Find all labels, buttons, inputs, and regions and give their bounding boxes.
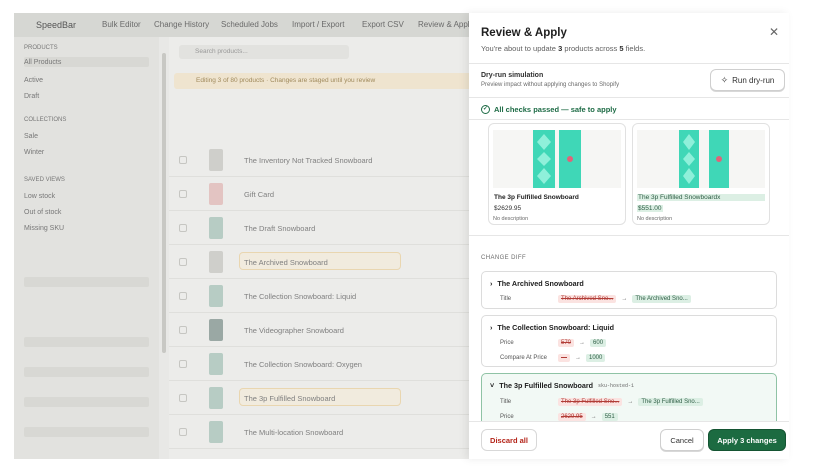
table-row[interactable]: The 3p Fulfilled Snowboard (169, 381, 484, 415)
preview-price: $2629.95 (494, 205, 522, 212)
arrow-icon: → (575, 355, 581, 361)
app-brand: SpeedBar (36, 20, 77, 30)
arrow-icon: → (590, 414, 597, 420)
tab-export-csv[interactable]: Export CSV (362, 20, 404, 29)
sidebar-heading-saved-views: SAVED VIEWS (24, 177, 65, 183)
dry-run-description: Preview impact without applying changes … (481, 82, 620, 88)
tab-import-export[interactable]: Import / Export (292, 20, 344, 29)
sidebar-item-active[interactable]: Active (24, 77, 43, 84)
arrow-icon: → (627, 399, 634, 405)
table-row[interactable]: The Archived Snowboard (169, 245, 484, 279)
table-row[interactable]: Gift Card (169, 177, 484, 211)
sidebar-item-all-products[interactable]: All Products (24, 59, 61, 66)
preview-card-after: The 3p Fulfilled Snowboardx $551.00 No d… (632, 123, 770, 225)
table-row[interactable]: The Multi-location Snowboard (169, 415, 484, 449)
sidebar: PRODUCTS All Products Active Draft COLLE… (14, 37, 159, 459)
tab-bulk-editor[interactable]: Bulk Editor (102, 20, 141, 29)
preview-name: The 3p Fulfilled Snowboardx (637, 194, 765, 201)
change-diff-heading: CHANGE DIFF (481, 255, 527, 261)
sidebar-heading-products: PRODUCTS (24, 45, 58, 51)
checks-status: ✓ All checks passed — safe to apply (481, 105, 617, 114)
preview-price: $551.00 (637, 205, 663, 212)
check-circle-icon: ✓ (481, 105, 490, 114)
chevron-down-icon[interactable]: ˅ (490, 381, 494, 390)
preview-description: No description (637, 216, 673, 222)
sidebar-item-draft[interactable]: Draft (24, 93, 39, 100)
chevron-right-icon[interactable]: › (490, 279, 492, 288)
sidebar-scrollbar[interactable] (162, 53, 166, 353)
diff-card-expanded[interactable]: ˅ The 3p Fulfilled Snowboard sku-hosted-1 … (481, 373, 777, 421)
preview-description: No description (493, 216, 529, 222)
arrow-icon: → (621, 296, 628, 302)
app-topbar: SpeedBar Bulk Editor Change History Sche… (14, 13, 484, 37)
panel-subtitle: You're about to update 3 products across… (481, 44, 646, 53)
diff-card[interactable]: › The Archived Snowboard Title The Archiv… (481, 271, 777, 309)
sidebar-heading-collections: COLLECTIONS (24, 117, 67, 123)
cancel-button[interactable]: Cancel (660, 429, 704, 451)
background-app: SpeedBar Bulk Editor Change History Sche… (14, 13, 484, 459)
discard-all-button[interactable]: Discard all (481, 429, 537, 451)
tab-review-apply[interactable]: Review & Apply (418, 20, 474, 29)
diff-card[interactable]: › The Collection Snowboard: Liquid Price … (481, 315, 777, 367)
product-table: Search products... Editing 3 of 80 produ… (169, 37, 484, 459)
table-row[interactable]: The Collection Snowboard: Liquid (169, 279, 484, 313)
preview-name: The 3p Fulfilled Snowboard (494, 194, 579, 201)
table-row[interactable]: The Videographer Snowboard (169, 313, 484, 347)
chevron-right-icon[interactable]: › (490, 323, 492, 332)
sidebar-item-missing-sku[interactable]: Missing SKU (24, 225, 64, 232)
sku-badge: sku-hosted-1 (598, 382, 635, 389)
sidebar-item-sale[interactable]: Sale (24, 133, 38, 140)
diff-field-row: Title The Archived Sno... → The Archived S… (500, 295, 691, 303)
review-apply-panel: Review & Apply ✕ You're about to update … (469, 13, 789, 459)
sparkle-icon: ✧ (720, 74, 729, 85)
sidebar-item-winter[interactable]: Winter (24, 149, 44, 156)
diff-field-row: Compare At Price — → 1000 (500, 354, 606, 362)
diff-field-row: Title The 3p Fulfilled Sno... → The 3p Ful… (500, 398, 703, 406)
apply-changes-button[interactable]: Apply 3 changes (708, 429, 786, 451)
table-row[interactable]: The Inventory Not Tracked Snowboard (169, 143, 484, 177)
product-image (637, 130, 765, 188)
staging-banner: Editing 3 of 80 products · Changes are s… (174, 73, 484, 89)
dry-run-title: Dry-run simulation (481, 72, 544, 79)
panel-title: Review & Apply (481, 27, 567, 39)
search-input[interactable]: Search products... (179, 45, 349, 59)
review-scroll-area[interactable]: The 3p Fulfilled Snowboard $2629.95 No d… (469, 121, 789, 421)
sidebar-item-low-stock[interactable]: Low stock (24, 193, 55, 200)
tab-scheduled-jobs[interactable]: Scheduled Jobs (221, 20, 278, 29)
close-icon[interactable]: ✕ (769, 25, 779, 39)
table-row[interactable]: The Collection Snowboard: Oxygen (169, 347, 484, 381)
sidebar-item-out-of-stock[interactable]: Out of stock (24, 209, 61, 216)
tab-change-history[interactable]: Change History (154, 20, 209, 29)
diff-field-row: Price 2629.95 → 551 (500, 413, 618, 421)
table-row[interactable]: The Draft Snowboard (169, 211, 484, 245)
diff-field-row: Price 570 → 600 (500, 339, 607, 347)
run-dry-run-button[interactable]: ✧ Run dry-run (710, 69, 785, 91)
preview-card-before: The 3p Fulfilled Snowboard $2629.95 No d… (488, 123, 626, 225)
arrow-icon: → (579, 340, 586, 346)
product-image (493, 130, 621, 188)
